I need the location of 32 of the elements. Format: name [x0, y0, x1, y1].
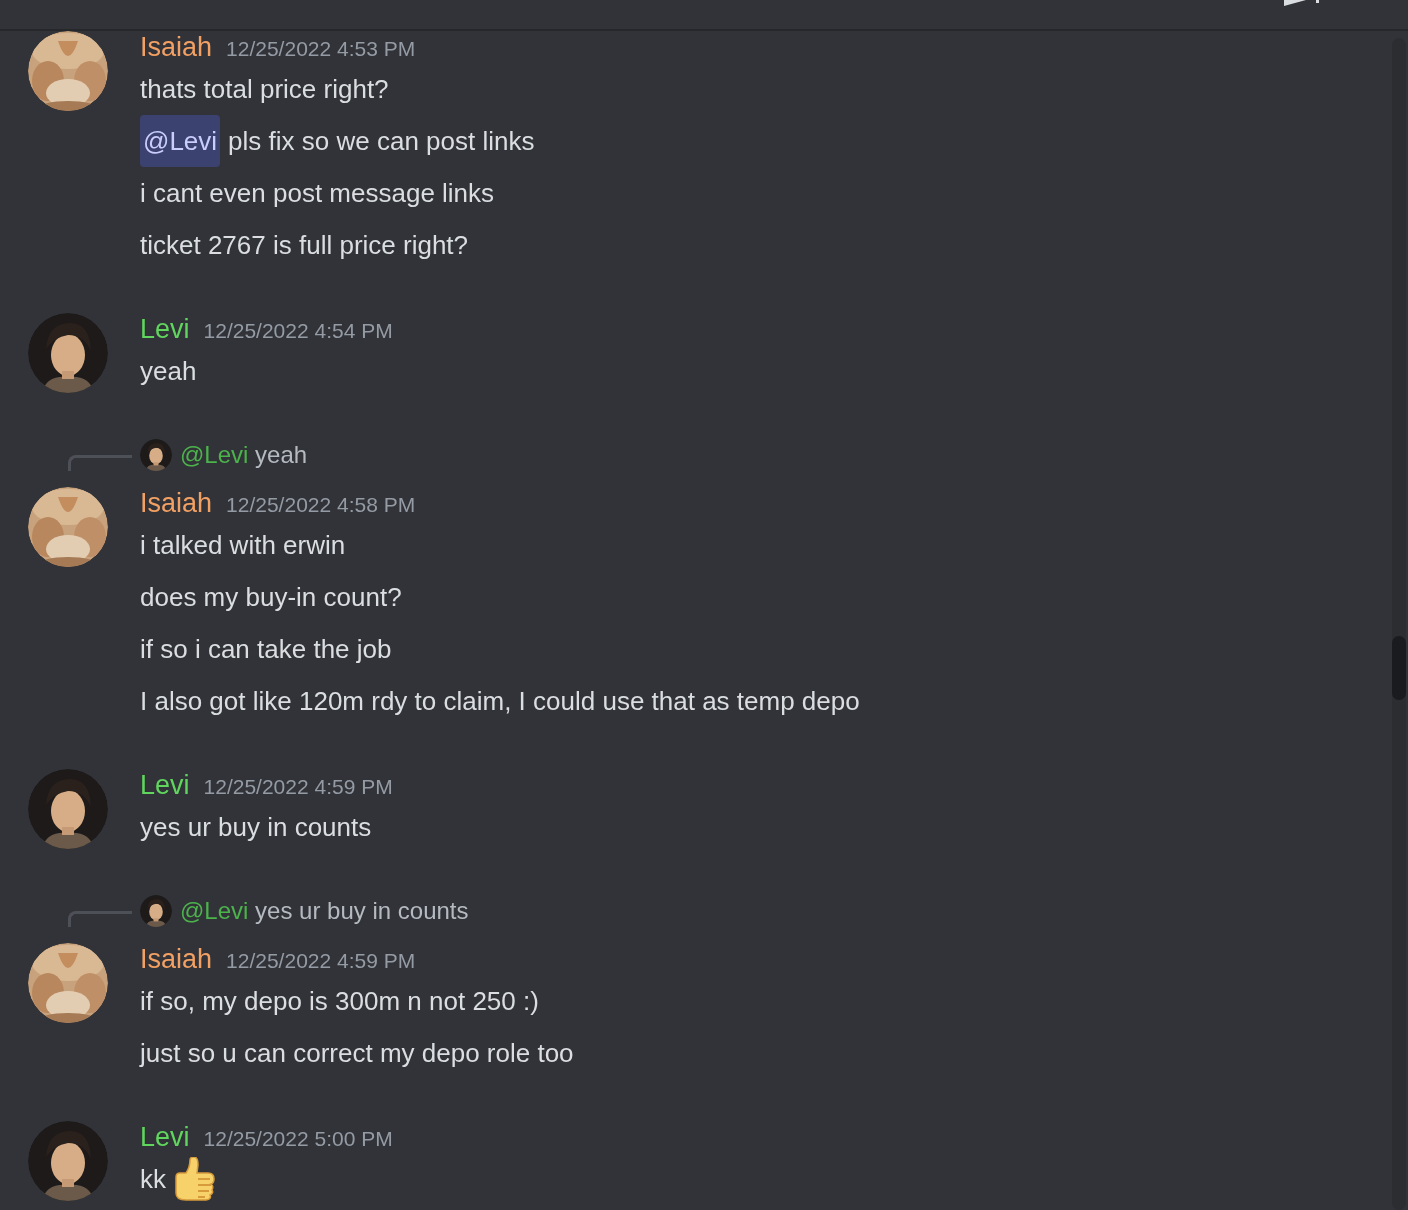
username[interactable]: Levi: [140, 313, 190, 345]
message-text: yes ur buy in counts: [140, 811, 372, 844]
reply-preview[interactable]: @Levi yeah: [180, 437, 308, 473]
message-text: thats total price right?: [140, 73, 389, 106]
message-text: kk: [140, 1163, 166, 1196]
timestamp: 12/25/2022 5:00 PM: [203, 1126, 393, 1152]
message-text: pls fix so we can post links: [228, 125, 535, 158]
username[interactable]: Isaiah: [140, 487, 213, 519]
timestamp: 12/25/2022 4:59 PM: [226, 948, 416, 974]
timestamp: 12/25/2022 4:58 PM: [226, 492, 416, 518]
message-text: i cant even post message links: [140, 177, 495, 210]
username[interactable]: Isaiah: [140, 943, 213, 975]
message-text: yeah: [140, 355, 197, 388]
timestamp: 12/25/2022 4:54 PM: [203, 318, 393, 344]
username[interactable]: Levi: [140, 1121, 190, 1153]
message-text: i talked with erwin: [140, 529, 346, 562]
reply-connector: [68, 911, 132, 927]
message-text: just so u can correct my depo role too: [140, 1037, 574, 1070]
message-text: I also got like 120m rdy to claim, I could use that as temp depo: [140, 685, 860, 718]
message-text: ticket 2767 is full price right?: [140, 229, 469, 262]
message-text: if so, my depo is 300m n not 250 :): [140, 985, 539, 1018]
user-mention[interactable]: @Levi: [140, 115, 221, 167]
username[interactable]: Levi: [140, 769, 190, 801]
reply-connector: [68, 455, 132, 471]
message-text: does my buy-in count?: [140, 581, 402, 614]
toolbar-icon[interactable]: [1284, 0, 1320, 6]
username[interactable]: Isaiah: [140, 31, 213, 63]
scrollbar-thumb[interactable]: [1392, 636, 1406, 700]
message-text: if so i can take the job: [140, 633, 392, 666]
timestamp: 12/25/2022 4:59 PM: [203, 774, 393, 800]
reply-preview[interactable]: @Levi yes ur buy in counts: [180, 893, 469, 929]
timestamp: 12/25/2022 4:53 PM: [226, 36, 416, 62]
